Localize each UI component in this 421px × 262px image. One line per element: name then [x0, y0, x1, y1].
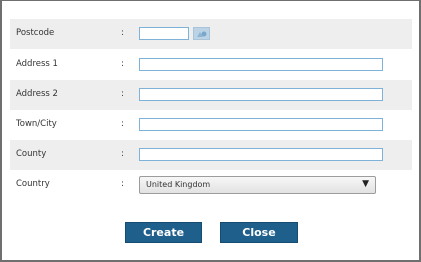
create-button[interactable]: Create: [125, 222, 202, 243]
address2-label: Address 2: [16, 89, 58, 99]
town-label: Town/City: [16, 119, 57, 129]
postcode-lookup-icon: [197, 31, 207, 37]
address-dialog: Postcode : Address 1 : Address 2 : Town/…: [2, 1, 419, 260]
country-row: Country : United Kingdom ▼: [10, 170, 412, 200]
address1-row: Address 1 :: [10, 50, 412, 80]
country-label: Country: [16, 179, 50, 189]
country-select[interactable]: United Kingdom ▼: [139, 176, 376, 194]
county-row: County :: [10, 140, 412, 170]
address2-input[interactable]: [139, 88, 383, 101]
county-colon: :: [121, 149, 124, 159]
postcode-colon: :: [121, 28, 124, 38]
postcode-input[interactable]: [139, 27, 189, 40]
address1-colon: :: [121, 59, 124, 69]
postcode-lookup-button[interactable]: [193, 27, 210, 40]
address2-row: Address 2 :: [10, 80, 412, 110]
postcode-row: Postcode :: [10, 19, 412, 49]
county-label: County: [16, 149, 47, 159]
address1-label: Address 1: [16, 59, 58, 69]
town-colon: :: [121, 119, 124, 129]
postcode-label: Postcode: [16, 28, 55, 38]
country-selected-value: United Kingdom: [146, 180, 211, 189]
close-button[interactable]: Close: [220, 222, 298, 243]
town-row: Town/City :: [10, 110, 412, 140]
address1-input[interactable]: [139, 58, 383, 71]
chevron-down-icon: ▼: [362, 179, 369, 189]
address2-colon: :: [121, 89, 124, 99]
country-colon: :: [121, 179, 124, 189]
town-input[interactable]: [139, 118, 383, 131]
county-input[interactable]: [139, 148, 383, 161]
